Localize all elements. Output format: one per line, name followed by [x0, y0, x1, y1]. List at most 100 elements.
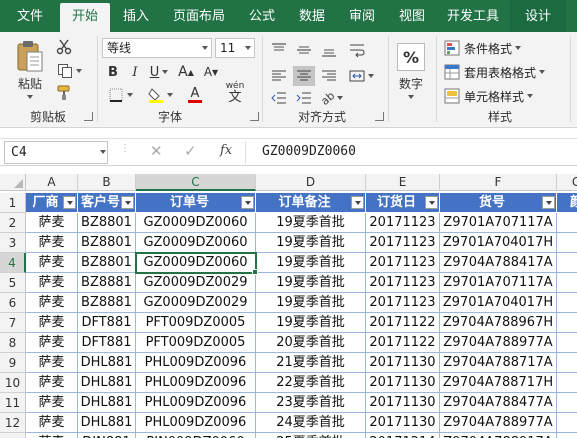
- table-cell[interactable]: [557, 253, 577, 273]
- tab-data[interactable]: 数据: [290, 0, 334, 32]
- table-cell[interactable]: [557, 353, 577, 373]
- table-cell[interactable]: 萨麦: [26, 273, 78, 293]
- table-header-cell[interactable]: 厂商: [26, 193, 78, 213]
- table-cell[interactable]: [557, 433, 577, 438]
- table-cell[interactable]: 19夏季首批: [256, 213, 366, 233]
- font-color-button[interactable]: A: [180, 86, 210, 104]
- font-launcher-icon[interactable]: [250, 112, 259, 121]
- tab-insert[interactable]: 插入: [114, 0, 158, 32]
- grow-font-button[interactable]: A ▲: [175, 63, 197, 81]
- cell-styles-button[interactable]: 单元格样式: [444, 86, 564, 106]
- table-cell[interactable]: DJN881: [78, 433, 136, 438]
- table-cell[interactable]: 萨麦: [26, 233, 78, 253]
- table-cell[interactable]: 20171123: [366, 213, 440, 233]
- table-cell[interactable]: 23夏季首批: [256, 393, 366, 413]
- table-cell[interactable]: GZ0009DZ0060: [136, 233, 256, 253]
- table-cell[interactable]: 萨麦: [26, 213, 78, 233]
- phonetic-guide-button[interactable]: wén 文: [218, 80, 252, 106]
- font-name-combo[interactable]: 等线: [102, 38, 212, 58]
- table-cell[interactable]: Z9704A788417A: [440, 253, 557, 273]
- table-cell[interactable]: 20171130: [366, 353, 440, 373]
- filter-dropdown-icon[interactable]: [63, 196, 76, 209]
- table-cell[interactable]: 20171123: [366, 253, 440, 273]
- row-header-5[interactable]: 5: [0, 273, 26, 293]
- select-all-corner[interactable]: [0, 174, 26, 191]
- row-header-4[interactable]: 4: [0, 253, 26, 273]
- formula-input[interactable]: GZ0009DZ0060: [245, 141, 575, 164]
- table-header-cell[interactable]: 订单备注: [256, 193, 366, 213]
- bottom-align-button[interactable]: [318, 40, 340, 60]
- table-cell[interactable]: BZ8881: [78, 273, 136, 293]
- table-cell[interactable]: Z9704A788977A: [440, 413, 557, 433]
- fill-handle[interactable]: [252, 269, 258, 275]
- table-cell[interactable]: PFT009DZ0005: [136, 313, 256, 333]
- table-cell[interactable]: PFT009DZ0005: [136, 333, 256, 353]
- border-button[interactable]: [104, 86, 136, 104]
- wrap-text-button[interactable]: [346, 40, 368, 60]
- table-cell[interactable]: Z9704A788917A: [440, 433, 557, 438]
- row-header-9[interactable]: 9: [0, 353, 26, 373]
- table-cell[interactable]: GZ0009DZ0029: [136, 293, 256, 313]
- column-header-d[interactable]: D: [256, 174, 366, 191]
- italic-button[interactable]: I: [126, 63, 144, 81]
- underline-button[interactable]: U: [147, 63, 171, 81]
- table-cell[interactable]: BZ8881: [78, 293, 136, 313]
- column-header-f[interactable]: F: [440, 174, 557, 191]
- cancel-icon[interactable]: ✕: [150, 142, 163, 160]
- column-header-b[interactable]: B: [78, 174, 136, 191]
- filter-dropdown-icon[interactable]: [542, 196, 555, 209]
- table-cell[interactable]: BZ8801: [78, 253, 136, 273]
- tab-developer[interactable]: 开发工具: [440, 0, 506, 32]
- table-cell[interactable]: GZ0009DZ0060: [136, 213, 256, 233]
- filter-dropdown-icon[interactable]: [425, 196, 438, 209]
- table-cell[interactable]: Z9704A788977A: [440, 333, 557, 353]
- tab-design[interactable]: 设计: [510, 0, 566, 32]
- table-cell[interactable]: PHL009DZ0096: [136, 353, 256, 373]
- align-right-button[interactable]: [318, 66, 340, 86]
- table-cell[interactable]: GZ0009DZ0060: [136, 253, 256, 273]
- filter-dropdown-icon[interactable]: [241, 196, 254, 209]
- table-header-cell[interactable]: 客户号: [78, 193, 136, 213]
- table-cell[interactable]: 萨麦: [26, 333, 78, 353]
- table-cell[interactable]: [557, 273, 577, 293]
- bold-button[interactable]: B: [104, 63, 122, 81]
- enter-check-icon[interactable]: ✓: [184, 142, 197, 160]
- table-cell[interactable]: Z9701A707117A: [440, 213, 557, 233]
- table-cell[interactable]: DHL881: [78, 413, 136, 433]
- align-center-button[interactable]: [293, 66, 315, 86]
- table-cell[interactable]: 萨麦: [26, 393, 78, 413]
- tab-formulas[interactable]: 公式: [240, 0, 284, 32]
- orientation-button[interactable]: ab: [318, 89, 346, 107]
- table-cell[interactable]: 24夏季首批: [256, 413, 366, 433]
- table-cell[interactable]: 20171130: [366, 373, 440, 393]
- table-cell[interactable]: 20171123: [366, 233, 440, 253]
- table-cell[interactable]: 19夏季首批: [256, 273, 366, 293]
- table-cell[interactable]: 萨麦: [26, 313, 78, 333]
- tab-home[interactable]: 开始: [60, 3, 110, 32]
- table-cell[interactable]: PJN009DZ0060: [136, 433, 256, 438]
- table-cell[interactable]: 22夏季首批: [256, 373, 366, 393]
- column-header-g[interactable]: G: [557, 174, 577, 191]
- table-cell[interactable]: [557, 413, 577, 433]
- table-cell[interactable]: 19夏季首批: [256, 253, 366, 273]
- chevron-down-icon[interactable]: [100, 150, 106, 154]
- row-header-3[interactable]: 3: [0, 233, 26, 253]
- table-header-cell[interactable]: 货号: [440, 193, 557, 213]
- filter-dropdown-icon[interactable]: [121, 196, 134, 209]
- table-cell[interactable]: Z9704A788477A: [440, 393, 557, 413]
- tab-file[interactable]: 文件: [8, 0, 52, 32]
- row-header-12[interactable]: 12: [0, 413, 26, 433]
- tab-review[interactable]: 审阅: [340, 0, 384, 32]
- table-cell[interactable]: DFT881: [78, 333, 136, 353]
- table-cell[interactable]: DHL881: [78, 393, 136, 413]
- table-cell[interactable]: 萨麦: [26, 433, 78, 438]
- table-cell[interactable]: PHL009DZ0096: [136, 373, 256, 393]
- table-cell[interactable]: 萨麦: [26, 293, 78, 313]
- table-cell[interactable]: [557, 293, 577, 313]
- table-cell[interactable]: [557, 373, 577, 393]
- table-header-cell[interactable]: 订货日: [366, 193, 440, 213]
- row-header-8[interactable]: 8: [0, 333, 26, 353]
- table-cell[interactable]: 20171214: [366, 433, 440, 438]
- column-header-c[interactable]: C: [136, 174, 256, 191]
- table-cell[interactable]: 19夏季首批: [256, 293, 366, 313]
